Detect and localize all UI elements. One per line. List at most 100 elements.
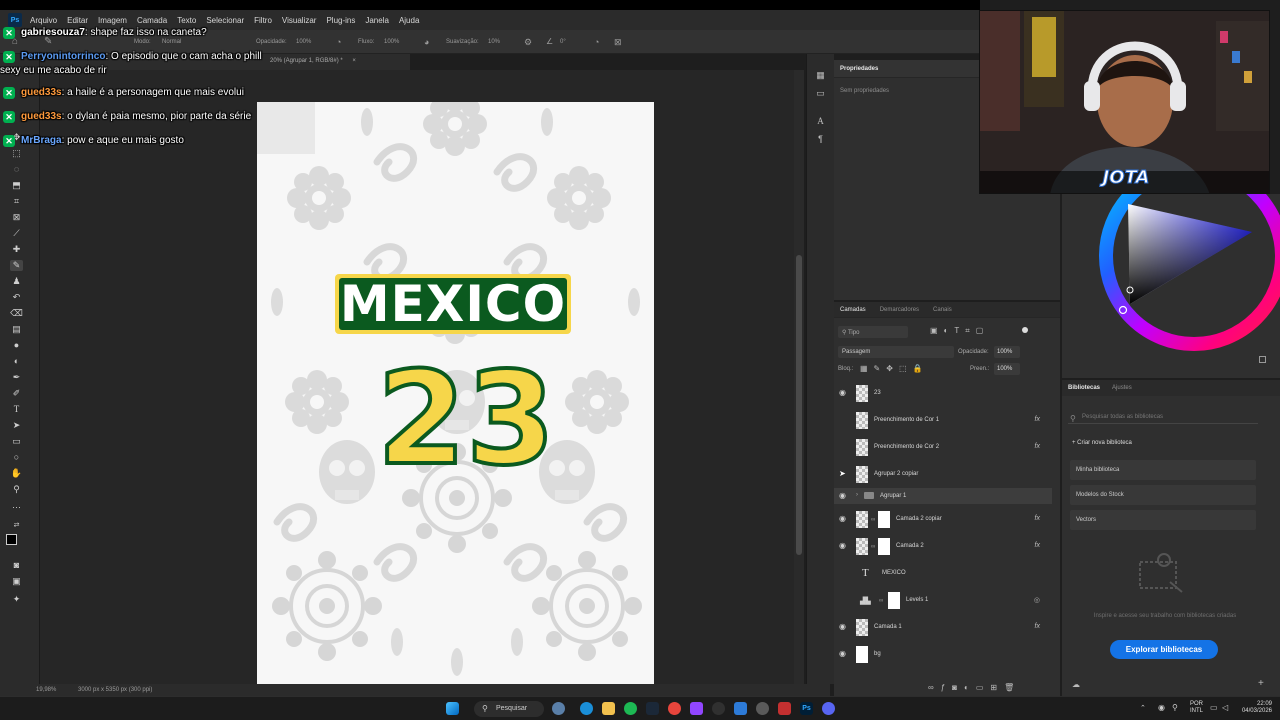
layer-row[interactable]: ◉ ∞ Camada 2 fx bbox=[834, 533, 1052, 560]
chevron-right-icon[interactable]: › bbox=[856, 492, 858, 498]
app-icon[interactable] bbox=[778, 702, 791, 715]
generative-fill-icon[interactable]: ✦ bbox=[10, 594, 23, 605]
tab-adjustments[interactable]: Ajustes bbox=[1112, 385, 1132, 391]
quick-mask-icon[interactable]: ◙ bbox=[10, 560, 23, 571]
menu-janela[interactable]: Janela bbox=[365, 16, 389, 25]
tab-layers[interactable]: Camadas bbox=[840, 307, 866, 313]
library-search-input[interactable]: Pesquisar todas as bibliotecas bbox=[1068, 410, 1258, 424]
file-explorer-icon[interactable] bbox=[602, 702, 615, 715]
edge-icon[interactable] bbox=[580, 702, 593, 715]
zoom-level[interactable]: 19,98% bbox=[36, 687, 56, 693]
tray-chevron-icon[interactable]: ⌃ bbox=[1140, 704, 1146, 712]
twitch-icon[interactable] bbox=[690, 702, 703, 715]
vertical-scrollbar[interactable] bbox=[794, 70, 804, 684]
library-item[interactable]: Minha biblioteca bbox=[1070, 460, 1256, 480]
pen-tool-icon[interactable]: ✒ bbox=[10, 372, 23, 383]
layer-row[interactable]: ◉ ∞ Camada 2 copiar fx bbox=[834, 506, 1052, 533]
eye-icon[interactable]: ◉ bbox=[839, 389, 849, 397]
eye-icon[interactable]: ◉ bbox=[839, 623, 849, 631]
pressure-opacity-icon[interactable]: ◔ bbox=[336, 37, 341, 47]
menu-selecionar[interactable]: Selecionar bbox=[206, 16, 244, 25]
layer-row[interactable]: Preenchimento de Cor 1 fx bbox=[834, 407, 1052, 434]
obs-icon[interactable] bbox=[712, 702, 725, 715]
menu-arquivo[interactable]: Arquivo bbox=[30, 16, 57, 25]
crop-tool-icon[interactable]: ⌗ bbox=[10, 196, 23, 207]
layer-filter-icons[interactable]: ▣◐T⌗▢ bbox=[930, 326, 989, 336]
layer-mask-thumbnail[interactable] bbox=[878, 538, 890, 555]
smoothing-input[interactable]: 10% bbox=[488, 39, 500, 45]
layer-fill-input[interactable]: 100% bbox=[994, 363, 1020, 375]
photoshop-logo-icon[interactable]: Ps bbox=[8, 13, 22, 27]
layer-row[interactable]: T MEXICO bbox=[834, 560, 1052, 587]
steam-icon[interactable] bbox=[646, 702, 659, 715]
location-icon[interactable]: ⚲ bbox=[1172, 703, 1178, 712]
angle-input[interactable]: 0° bbox=[560, 39, 566, 45]
link-icon[interactable]: ∞ bbox=[871, 544, 875, 550]
layer-row[interactable]: ◉ Camada 1 fx bbox=[834, 614, 1052, 641]
layer-row[interactable]: ◉ bg bbox=[834, 641, 1052, 668]
airbrush-icon[interactable]: ◕ bbox=[424, 37, 429, 47]
layer-actions-icons[interactable]: ∞ƒ◙◐▭⊞🗑 bbox=[928, 683, 1021, 692]
add-icon[interactable]: + bbox=[1258, 678, 1264, 689]
frame-tool-icon[interactable]: ⊠ bbox=[10, 212, 23, 223]
filter-toggle-icon[interactable] bbox=[1022, 327, 1028, 333]
photoshop-taskbar-icon[interactable]: Ps bbox=[800, 702, 813, 715]
tab-channels[interactable]: Canais bbox=[933, 307, 952, 313]
fx-icon[interactable]: fx bbox=[1035, 542, 1040, 549]
cloud-icon[interactable]: ☁ bbox=[1072, 680, 1080, 689]
windows-start-icon[interactable] bbox=[446, 702, 459, 715]
snipping-tool-icon[interactable] bbox=[734, 702, 747, 715]
layer-row[interactable]: ➤ Agrupar 2 copiar bbox=[834, 461, 1052, 488]
eye-icon[interactable]: ◉ bbox=[839, 492, 849, 500]
path-selection-tool-icon[interactable]: ➤ bbox=[10, 420, 23, 431]
menu-ajuda[interactable]: Ajuda bbox=[399, 16, 419, 25]
menu-plugins[interactable]: Plug-ins bbox=[326, 16, 355, 25]
menu-texto[interactable]: Texto bbox=[177, 16, 196, 25]
menu-visualizar[interactable]: Visualizar bbox=[282, 16, 317, 25]
more-tools-icon[interactable]: ··· bbox=[10, 502, 23, 513]
chrome-icon[interactable] bbox=[668, 702, 681, 715]
object-select-tool-icon[interactable]: ⬒ bbox=[10, 180, 23, 191]
lock-icons[interactable]: ▦✎✥⬚🔒 bbox=[860, 364, 928, 373]
explore-libraries-button[interactable]: Explorar bibliotecas bbox=[1110, 640, 1218, 659]
rectangle-tool-icon[interactable]: ▭ bbox=[10, 436, 23, 447]
close-icon[interactable]: × bbox=[352, 58, 356, 64]
settings-icon[interactable] bbox=[756, 702, 769, 715]
screen-mode-icon[interactable]: ▣ bbox=[10, 576, 23, 587]
layer-row[interactable]: ◉ 23 bbox=[834, 380, 1052, 407]
weather-widget-icon[interactable] bbox=[552, 702, 565, 715]
foreground-color-swatch[interactable] bbox=[6, 534, 17, 545]
layer-row-selected[interactable]: ◉ › Agrupar 1 bbox=[834, 488, 1052, 504]
flow-input[interactable]: 100% bbox=[384, 39, 399, 45]
tab-libraries[interactable]: Bibliotecas bbox=[1068, 385, 1100, 391]
comments-icon[interactable]: ▭ bbox=[815, 88, 826, 99]
layer-filter-select[interactable]: ⚲ Tipo bbox=[838, 326, 908, 338]
gear-icon[interactable]: ⚙ bbox=[524, 37, 532, 48]
layer-row[interactable]: Preenchimento de Cor 2 fx bbox=[834, 434, 1052, 461]
menu-editar[interactable]: Editar bbox=[67, 16, 88, 25]
pen-freeform-tool-icon[interactable]: ✐ bbox=[10, 388, 23, 399]
blur-tool-icon[interactable]: ● bbox=[10, 340, 23, 351]
zoom-tool-icon[interactable]: ⚲ bbox=[10, 484, 23, 495]
spotify-icon[interactable] bbox=[624, 702, 637, 715]
discord-icon[interactable] bbox=[822, 702, 835, 715]
blend-mode-select[interactable]: Passagem bbox=[838, 346, 954, 358]
document-canvas[interactable]: MEXICO 23 bbox=[257, 102, 654, 684]
menu-camada[interactable]: Camada bbox=[137, 16, 167, 25]
library-item[interactable]: Vectors bbox=[1070, 510, 1256, 530]
eye-icon[interactable]: ◉ bbox=[839, 515, 849, 523]
link-icon[interactable]: ∞ bbox=[871, 517, 875, 523]
eye-icon[interactable]: ◉ bbox=[839, 650, 849, 658]
color-wheel[interactable] bbox=[1062, 161, 1280, 378]
history-brush-tool-icon[interactable]: ↶ bbox=[10, 292, 23, 303]
symmetry-icon[interactable]: ⊠ bbox=[614, 37, 622, 48]
dodge-tool-icon[interactable]: ◐ bbox=[10, 356, 23, 367]
link-icon[interactable]: ∞ bbox=[879, 598, 883, 604]
network-icon[interactable]: ▭ bbox=[1210, 703, 1218, 712]
character-icon[interactable]: A bbox=[815, 116, 826, 127]
create-library-button[interactable]: + Criar nova biblioteca bbox=[1072, 440, 1132, 446]
swap-colors-icon[interactable]: ⇄ bbox=[10, 520, 23, 531]
clock[interactable]: 22:09 04/03/2026 bbox=[1240, 701, 1272, 715]
fx-icon[interactable]: fx bbox=[1035, 416, 1040, 423]
eyedropper-tool-icon[interactable]: ⟋ bbox=[10, 228, 23, 239]
